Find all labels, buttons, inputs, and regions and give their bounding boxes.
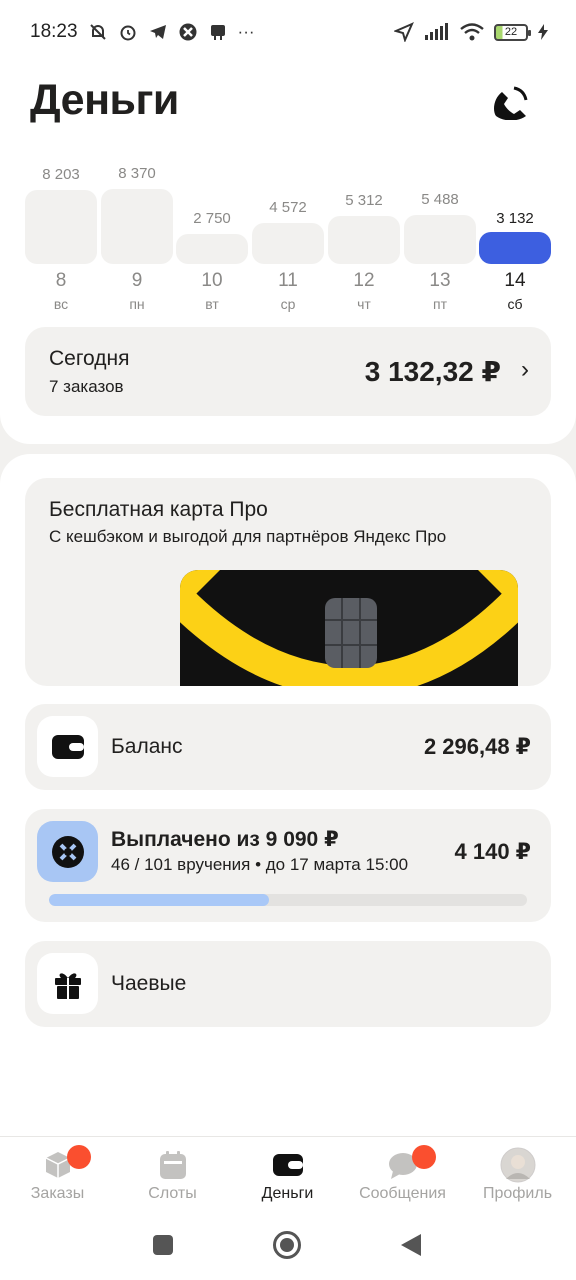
app-icon bbox=[210, 25, 225, 40]
messages-badge bbox=[412, 1145, 436, 1169]
nav-item-money[interactable]: Деньги bbox=[230, 1137, 345, 1215]
chevron-right-icon: › bbox=[521, 356, 529, 383]
battery-level: 22 bbox=[504, 26, 518, 38]
chart-bar[interactable] bbox=[404, 215, 476, 264]
tips-label: Чаевые bbox=[111, 972, 187, 995]
chart-day-of-week: вс bbox=[53, 296, 69, 312]
nav-label-slots: Слоты bbox=[148, 1185, 197, 1202]
chart-day-of-week: чт bbox=[357, 296, 371, 312]
bottom-navigation: Заказы Слоты Деньги Сообщения Профиль bbox=[0, 1136, 576, 1214]
phone-icon[interactable] bbox=[488, 84, 532, 120]
wifi-icon bbox=[460, 23, 484, 41]
chart-bar-value: 5 312 bbox=[345, 192, 383, 209]
money-panel: Бесплатная карта Про С кешбэком и выгодо… bbox=[0, 454, 576, 1136]
chart-day-of-week: пт bbox=[433, 296, 447, 312]
avatar bbox=[500, 1147, 536, 1183]
chart-bar-value: 8 370 bbox=[118, 165, 156, 182]
chart-day-number: 12 bbox=[353, 270, 375, 291]
payout-progress-bar bbox=[49, 894, 527, 906]
nav-item-slots[interactable]: Слоты bbox=[115, 1137, 230, 1215]
nav-item-profile[interactable]: Профиль bbox=[460, 1137, 575, 1215]
gift-icon bbox=[37, 953, 98, 1014]
chart-bar-value: 4 572 bbox=[269, 199, 307, 216]
nav-label-money: Деньги bbox=[261, 1185, 314, 1202]
payout-amount: 4 140 ₽ bbox=[454, 839, 531, 864]
back-icon[interactable] bbox=[400, 1233, 422, 1257]
location-icon bbox=[394, 22, 414, 42]
tips-row[interactable]: Чаевые bbox=[25, 941, 551, 1027]
alarm-icon bbox=[120, 25, 136, 41]
chart-day-number: 10 bbox=[201, 270, 223, 291]
calendar-icon bbox=[160, 1151, 186, 1179]
chart-bar-value: 2 750 bbox=[193, 210, 231, 227]
charging-icon bbox=[538, 24, 548, 40]
wallet-icon bbox=[273, 1154, 303, 1176]
chart-bar[interactable] bbox=[328, 216, 400, 264]
chart-day-of-week: ср bbox=[280, 296, 296, 312]
page-title: Деньги bbox=[30, 76, 179, 124]
nav-item-messages[interactable]: Сообщения bbox=[345, 1137, 460, 1215]
today-orders-count: 7 заказов bbox=[49, 377, 124, 396]
pro-card-promo[interactable]: Бесплатная карта Про С кешбэком и выгодо… bbox=[25, 478, 551, 686]
today-title: Сегодня bbox=[49, 347, 130, 370]
system-navigation-bar bbox=[0, 1214, 576, 1280]
home-icon[interactable] bbox=[272, 1230, 302, 1260]
signal-icon bbox=[425, 23, 448, 40]
chart-day-number: 13 bbox=[429, 270, 451, 291]
chart-bar[interactable] bbox=[252, 223, 324, 264]
chart-bar-value: 3 132 bbox=[496, 210, 534, 227]
balance-amount: 2 296,48 ₽ bbox=[423, 734, 531, 759]
bank-card-image bbox=[180, 570, 518, 686]
chart-day-number: 9 bbox=[131, 270, 143, 291]
nav-label-messages: Сообщения bbox=[359, 1185, 446, 1202]
status-right: 22 bbox=[394, 22, 548, 42]
today-summary-card[interactable]: Сегодня 7 заказов 3 132,32 ₽ › bbox=[25, 327, 551, 416]
status-notification-icons: ··· bbox=[88, 22, 255, 42]
chart-day-number: 11 bbox=[278, 270, 298, 291]
orders-badge bbox=[67, 1145, 91, 1169]
balance-row[interactable]: Баланс 2 296,48 ₽ bbox=[25, 704, 551, 790]
chart-bar-value: 5 488 bbox=[421, 191, 459, 208]
nav-label-orders: Заказы bbox=[30, 1185, 85, 1202]
chart-day-of-week: пн bbox=[129, 296, 145, 312]
earnings-panel: Деньги 8 203 8 вс 8 370 9 пн 2 750 10 вт 4 572 11 с… bbox=[0, 64, 576, 444]
status-bar: 18:23 ··· 22 bbox=[0, 0, 576, 64]
recent-apps-icon[interactable] bbox=[152, 1234, 174, 1256]
chart-bar[interactable] bbox=[25, 190, 97, 264]
promo-title: Бесплатная карта Про bbox=[49, 498, 268, 521]
chart-bar[interactable] bbox=[479, 232, 551, 264]
balance-label: Баланс bbox=[111, 735, 183, 758]
pro-app-icon bbox=[179, 23, 197, 41]
chart-bar[interactable] bbox=[176, 234, 248, 264]
more-notifications: ··· bbox=[237, 22, 255, 41]
chart-bar[interactable] bbox=[101, 189, 173, 264]
chart-day-number: 8 bbox=[55, 270, 67, 291]
wallet-icon bbox=[37, 716, 98, 777]
chart-day-of-week: сб bbox=[507, 296, 523, 312]
payout-subtitle: 46 / 101 вручения • до 17 марта 15:00 bbox=[111, 855, 409, 874]
chart-day-of-week: вт bbox=[205, 296, 219, 312]
telegram-icon bbox=[149, 25, 166, 39]
payout-title: Выплачено из 9 090 ₽ bbox=[111, 828, 339, 851]
battery-indicator: 22 bbox=[494, 23, 531, 41]
payout-row[interactable]: Выплачено из 9 090 ₽ 46 / 101 вручения •… bbox=[25, 809, 551, 922]
muted-bell-icon bbox=[89, 24, 106, 40]
x-circle-icon bbox=[37, 821, 98, 882]
chart-day-number: 14 bbox=[504, 270, 526, 291]
payout-progress-fill bbox=[49, 894, 269, 906]
promo-subtitle: С кешбэком и выгодой для партнёров Яндек… bbox=[49, 527, 447, 546]
nav-label-profile: Профиль bbox=[482, 1185, 553, 1202]
nav-item-orders[interactable]: Заказы bbox=[0, 1137, 115, 1215]
chart-bar-value: 8 203 bbox=[42, 166, 80, 183]
card-design bbox=[180, 570, 518, 686]
today-amount: 3 132,32 ₽ bbox=[364, 356, 501, 387]
status-time: 18:23 bbox=[30, 21, 78, 42]
